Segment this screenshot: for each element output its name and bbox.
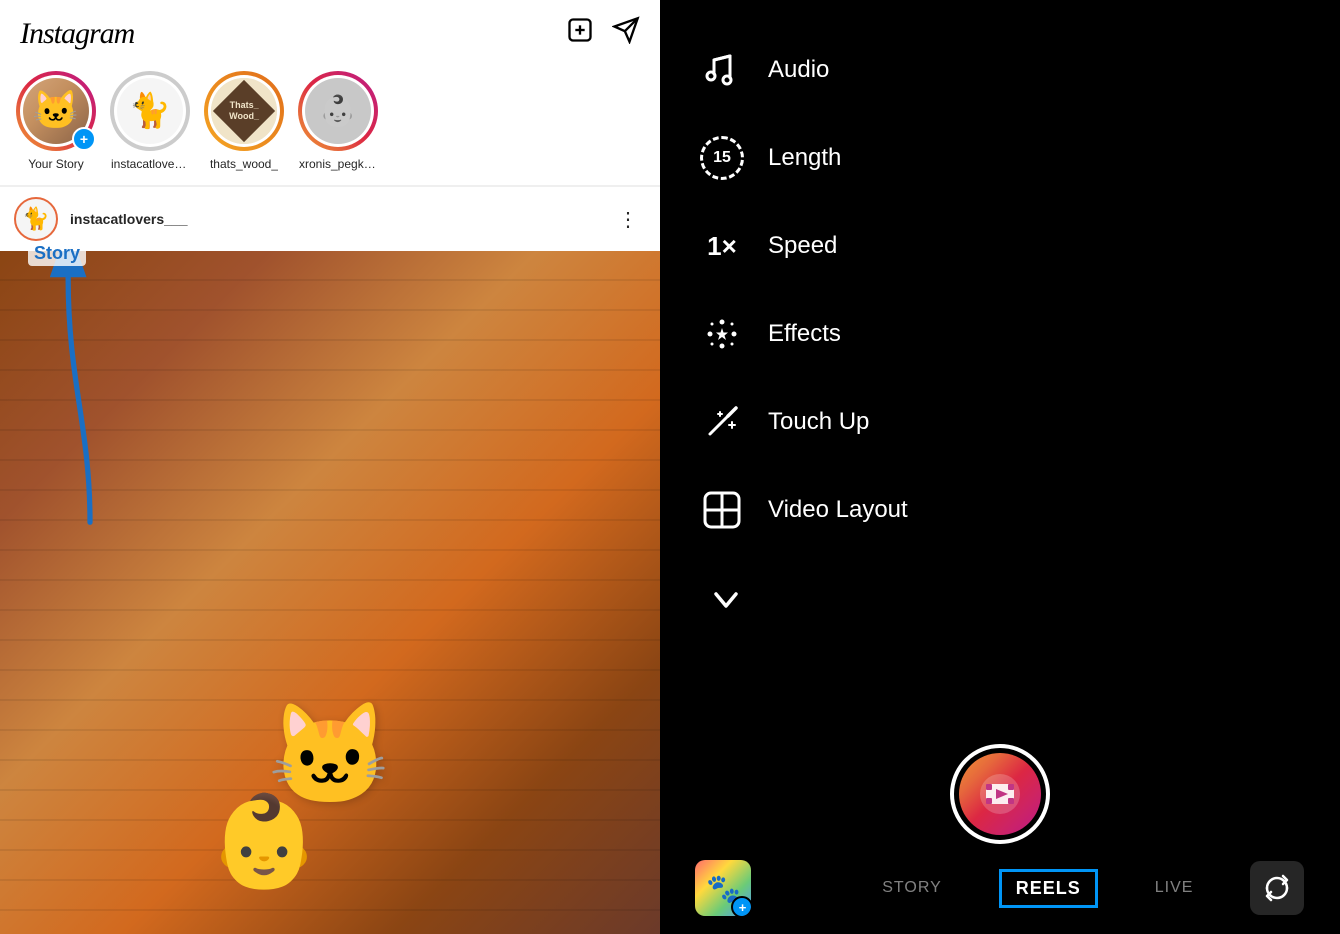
story-item-your-story[interactable]: + Your Story: [16, 71, 96, 171]
gallery-thumbnail[interactable]: 🐾 +: [695, 860, 751, 916]
your-story-label: Your Story: [28, 157, 84, 171]
story-item-thats-wood[interactable]: Thats_Wood_ thats_wood_: [204, 71, 284, 171]
touch-up-label: Touch Up: [768, 408, 869, 436]
header-icons: [566, 16, 640, 51]
length-icon: 15: [700, 136, 744, 180]
instacatlovers-ring-inner: [114, 75, 186, 147]
collapse-menu-button[interactable]: [700, 568, 1300, 632]
instacatlovers-avatar: [117, 78, 183, 144]
reels-panel: Audio 15 Length 1× Speed: [660, 0, 1340, 934]
reels-panel-content: Audio 15 Length 1× Speed: [660, 0, 1340, 934]
xronis-pegk-label: xronis_pegk_...: [299, 157, 377, 171]
menu-item-length[interactable]: 15 Length: [700, 118, 1300, 198]
thats-wood-label: thats_wood_: [210, 157, 278, 171]
thats-wood-avatar-wrapper: Thats_Wood_: [204, 71, 284, 151]
menu-item-audio[interactable]: Audio: [700, 30, 1300, 110]
video-layout-icon: [700, 488, 744, 532]
xronis-pegk-avatar-wrapper: 👶: [298, 71, 378, 151]
xronis-pegk-avatar: 👶: [305, 78, 371, 144]
post-header: 🐈 instacatlovers___ ⋮: [0, 187, 660, 251]
tab-reels[interactable]: REELS: [999, 869, 1098, 908]
capture-button-inner: [959, 753, 1041, 835]
gallery-add-badge: +: [731, 896, 751, 916]
instacatlovers-avatar-wrapper: [110, 71, 190, 151]
your-story-avatar-wrapper: +: [16, 71, 96, 151]
post-options-button[interactable]: ⋮: [610, 203, 646, 236]
reels-menu: Audio 15 Length 1× Speed: [660, 0, 1340, 744]
new-post-icon[interactable]: [566, 16, 594, 51]
flip-camera-button[interactable]: [1250, 861, 1304, 915]
chevron-down-icon: [704, 578, 748, 622]
tab-story[interactable]: STORY: [876, 875, 948, 901]
thats-wood-avatar: Thats_Wood_: [211, 78, 277, 144]
effects-label: Effects: [768, 320, 841, 348]
xronis-pegk-ring: 👶: [298, 71, 378, 151]
menu-item-speed[interactable]: 1× Speed: [700, 206, 1300, 286]
capture-button[interactable]: [950, 744, 1050, 844]
bottom-tabs: 🐾 + T STORY REELS LIVE: [660, 860, 1340, 934]
length-label: Length: [768, 144, 841, 172]
thats-wood-ring: Thats_Wood_: [204, 71, 284, 151]
speed-icon: 1×: [700, 224, 744, 268]
post-user-avatar: 🐈: [14, 197, 58, 241]
speed-label: Speed: [768, 232, 837, 260]
capture-button-area: [660, 744, 1340, 860]
stories-row: + Your Story instacatlovers...: [0, 61, 660, 186]
video-layout-label: Video Layout: [768, 496, 908, 524]
menu-item-effects[interactable]: Effects: [700, 294, 1300, 374]
thats-wood-ring-inner: Thats_Wood_: [208, 75, 280, 147]
timer-circle: 15: [700, 136, 744, 180]
post-image: 🐱 👶: [0, 251, 660, 934]
xronis-pegk-ring-inner: 👶: [302, 75, 374, 147]
tab-live[interactable]: LIVE: [1149, 875, 1200, 901]
post-image-area: 🐱 👶 Story: [0, 251, 660, 934]
instagram-feed-panel: Instagram: [0, 0, 660, 934]
instagram-logo: Instagram: [20, 17, 134, 51]
audio-label: Audio: [768, 56, 829, 84]
menu-item-touch-up[interactable]: Touch Up: [700, 382, 1300, 462]
effects-icon: [700, 312, 744, 356]
feed-header: Instagram: [0, 0, 660, 61]
tab-post[interactable]: T: [802, 875, 825, 901]
touch-up-icon: [700, 400, 744, 444]
post-baby-emoji: 👶: [208, 789, 320, 894]
story-item-xronis-pegk[interactable]: 👶 xronis_pegk_...: [298, 71, 378, 171]
story-annotation-label: Story: [28, 241, 86, 266]
audio-icon: [700, 48, 744, 92]
messages-icon[interactable]: [612, 16, 640, 51]
speed-value: 1×: [707, 231, 737, 262]
story-item-instacatlovers[interactable]: instacatlovers...: [110, 71, 190, 171]
post-username: instacatlovers___: [70, 211, 598, 227]
instacatlovers-ring: [110, 71, 190, 151]
instacatlovers-label: instacatlovers...: [111, 157, 189, 171]
add-story-button[interactable]: +: [72, 127, 96, 151]
menu-item-video-layout[interactable]: Video Layout: [700, 470, 1300, 550]
